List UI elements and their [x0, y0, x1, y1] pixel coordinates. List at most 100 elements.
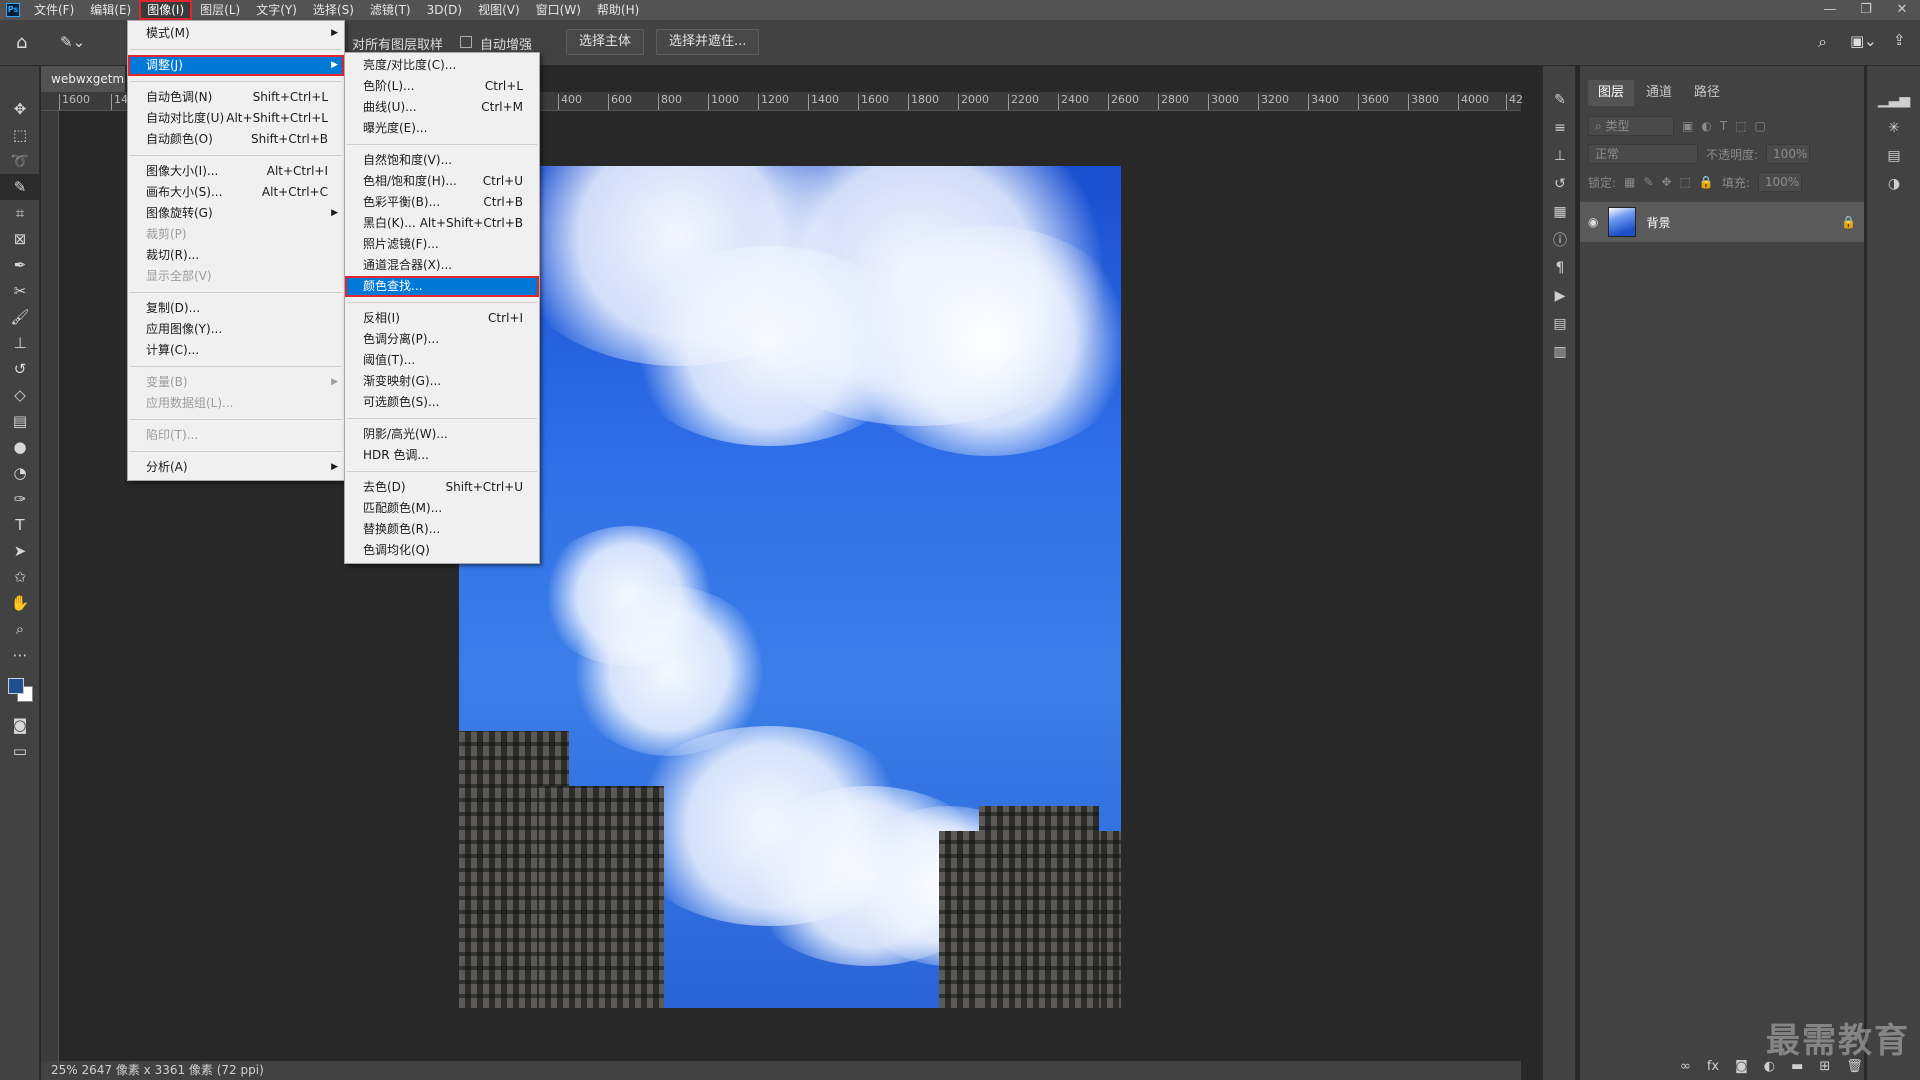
document-tab[interactable]: webwxgetms [41, 66, 125, 92]
tab-paths[interactable]: 路径 [1684, 80, 1730, 106]
filter-shape-icon[interactable]: ⬚ [1735, 119, 1746, 133]
frame-tool-icon[interactable]: ⊠ [0, 226, 40, 252]
move-tool-icon[interactable]: ✥ [0, 96, 40, 122]
close-icon[interactable]: ✕ [1884, 0, 1920, 20]
menu-item-自动对比度[interactable]: 自动对比度(U) Alt+Shift+Ctrl+L [128, 108, 344, 129]
properties-panel-icon[interactable]: ▦ [1543, 198, 1577, 226]
menu-item-裁切[interactable]: 裁切(R)... [128, 245, 344, 266]
dodge-tool-icon[interactable]: ◔ [0, 460, 40, 486]
history-icon[interactable]: ↺ [1543, 170, 1577, 198]
menu-select[interactable]: 选择(S) [305, 0, 362, 20]
menu-3d[interactable]: 3D(D) [419, 0, 470, 20]
quick-mask-icon[interactable]: ◙ [0, 712, 40, 738]
search-icon[interactable]: ⌕ [1818, 32, 1827, 52]
screen-mode-icon[interactable]: ▭ [0, 738, 40, 764]
menu-item-曝光度[interactable]: 曝光度(E)... [345, 118, 539, 139]
menu-item-色调分离[interactable]: 色调分离(P)... [345, 329, 539, 350]
libraries-panel-icon[interactable]: ▤ [1543, 310, 1577, 338]
info-panel-icon[interactable]: ⓘ [1543, 226, 1577, 254]
history-brush-tool-icon[interactable]: ↺ [0, 356, 40, 382]
eyedropper-tool-icon[interactable]: ✒ [0, 252, 40, 278]
menu-help[interactable]: 帮助(H) [589, 0, 647, 20]
filter-adjust-icon[interactable]: ◐ [1701, 119, 1711, 133]
menu-item-阴影-高光[interactable]: 阴影/高光(W)... [345, 424, 539, 445]
foreground-color-swatch[interactable] [8, 678, 24, 694]
clone-source-icon[interactable]: ⊥ [1543, 142, 1577, 170]
navigator-icon[interactable]: ✳ [1867, 114, 1920, 142]
visibility-eye-icon[interactable]: ◉ [1588, 215, 1598, 229]
menu-item-应用图像[interactable]: 应用图像(Y)... [128, 319, 344, 340]
menu-item-通道混合器[interactable]: 通道混合器(X)... [345, 255, 539, 276]
marquee-tool-icon[interactable]: ⬚ [0, 122, 40, 148]
menu-item-颜色查找[interactable]: 颜色查找... [345, 276, 539, 297]
menu-item-复制[interactable]: 复制(D)... [128, 298, 344, 319]
menu-item-调整[interactable]: 调整(J) ▶ [128, 55, 344, 76]
menu-item-曲线[interactable]: 曲线(U)... Ctrl+M [345, 97, 539, 118]
actions-panel-icon[interactable]: ▶ [1543, 282, 1577, 310]
menu-item-色调均化[interactable]: 色调均化(Q) [345, 540, 539, 561]
notes-panel-icon[interactable]: ▥ [1543, 338, 1577, 366]
add-mask-icon[interactable]: ◙ [1735, 1059, 1748, 1074]
menu-item-计算[interactable]: 计算(C)... [128, 340, 344, 361]
sample-all-layers-label[interactable]: 对所有图层取样 [352, 34, 443, 53]
home-icon[interactable]: ⌂ [16, 32, 27, 53]
eraser-tool-icon[interactable]: ◇ [0, 382, 40, 408]
brush-tool-icon[interactable]: 🖌 [0, 304, 40, 330]
menu-file[interactable]: 文件(F) [26, 0, 82, 20]
minimize-icon[interactable]: — [1812, 0, 1848, 20]
filter-type-icon[interactable]: T [1720, 119, 1727, 133]
shape-tool-icon[interactable]: ✩ [0, 564, 40, 590]
layer-row[interactable]: ◉ 背景 🔒 [1580, 202, 1864, 242]
lock-pixels-icon[interactable]: ▦ [1624, 175, 1635, 189]
menu-item-渐变映射[interactable]: 渐变映射(G)... [345, 371, 539, 392]
menu-item-黑白[interactable]: 黑白(K)... Alt+Shift+Ctrl+B [345, 213, 539, 234]
canvas-image[interactable] [459, 166, 1121, 1008]
adjustments-panel-icon[interactable]: ≡ [1543, 114, 1577, 142]
menu-item-亮度-对比度[interactable]: 亮度/对比度(C)... [345, 55, 539, 76]
color-swatches[interactable] [0, 668, 39, 712]
lock-move-icon[interactable]: ✥ [1661, 175, 1671, 189]
menu-item-图像大小[interactable]: 图像大小(I)... Alt+Ctrl+I [128, 161, 344, 182]
type-tool-icon[interactable]: T [0, 512, 40, 538]
character-panel-icon[interactable]: ¶ [1543, 254, 1577, 282]
restore-icon[interactable]: ❐ [1848, 0, 1884, 20]
layer-filter-select[interactable]: ⌕ 类型 [1588, 116, 1674, 136]
histogram-icon[interactable]: ▁▃▅ [1867, 86, 1920, 114]
menu-image[interactable]: 图像(I) [139, 0, 193, 20]
filter-image-icon[interactable]: ▣ [1682, 119, 1693, 133]
workspace-icon[interactable]: ▣⌄ [1850, 32, 1877, 50]
tab-layers[interactable]: 图层 [1588, 80, 1635, 106]
gradient-tool-icon[interactable]: ▤ [0, 408, 40, 434]
menu-filter[interactable]: 滤镜(T) [362, 0, 419, 20]
menu-item-自然饱和度[interactable]: 自然饱和度(V)... [345, 150, 539, 171]
menu-edit[interactable]: 编辑(E) [82, 0, 139, 20]
blur-tool-icon[interactable]: ● [0, 434, 40, 460]
opacity-input[interactable]: 100% [1766, 144, 1811, 164]
quick-selection-tool-icon[interactable]: ✎ [0, 174, 40, 200]
menu-item-色相-饱和度[interactable]: 色相/饱和度(H)... Ctrl+U [345, 171, 539, 192]
link-layers-icon[interactable]: ∞ [1680, 1059, 1691, 1074]
auto-enhance-checkbox[interactable] [460, 36, 472, 48]
menu-item-可选颜色[interactable]: 可选颜色(S)... [345, 392, 539, 413]
menu-window[interactable]: 窗口(W) [528, 0, 589, 20]
tab-channels[interactable]: 通道 [1636, 80, 1682, 106]
quick-select-tool-icon[interactable]: ✎⌄ [60, 33, 85, 51]
menu-item-分析[interactable]: 分析(A) ▶ [128, 457, 344, 478]
menu-item-替换颜色[interactable]: 替换颜色(R)... [345, 519, 539, 540]
blend-mode-select[interactable]: 正常 [1588, 144, 1698, 164]
filter-smart-icon[interactable]: ▢ [1755, 119, 1766, 133]
fill-input[interactable]: 100% [1757, 172, 1802, 192]
menu-item-图像旋转[interactable]: 图像旋转(G) ▶ [128, 203, 344, 224]
zoom-tool-icon[interactable]: ⌕ [0, 616, 40, 642]
select-subject-button[interactable]: 选择主体 [566, 29, 645, 55]
menu-item-反相[interactable]: 反相(I) Ctrl+I [345, 308, 539, 329]
menu-item-自动颜色[interactable]: 自动颜色(O) Shift+Ctrl+B [128, 129, 344, 150]
crop-tool-icon[interactable]: ⌗ [0, 200, 40, 226]
menu-item-画布大小[interactable]: 画布大小(S)... Alt+Ctrl+C [128, 182, 344, 203]
color-panel-icon[interactable]: ◑ [1867, 170, 1920, 198]
menu-view[interactable]: 视图(V) [470, 0, 528, 20]
fx-icon[interactable]: fx [1707, 1059, 1719, 1074]
menu-item-色阶[interactable]: 色阶(L)... Ctrl+L [345, 76, 539, 97]
pen-tool-icon[interactable]: ✑ [0, 486, 40, 512]
lock-all-icon[interactable]: 🔒 [1699, 175, 1714, 189]
